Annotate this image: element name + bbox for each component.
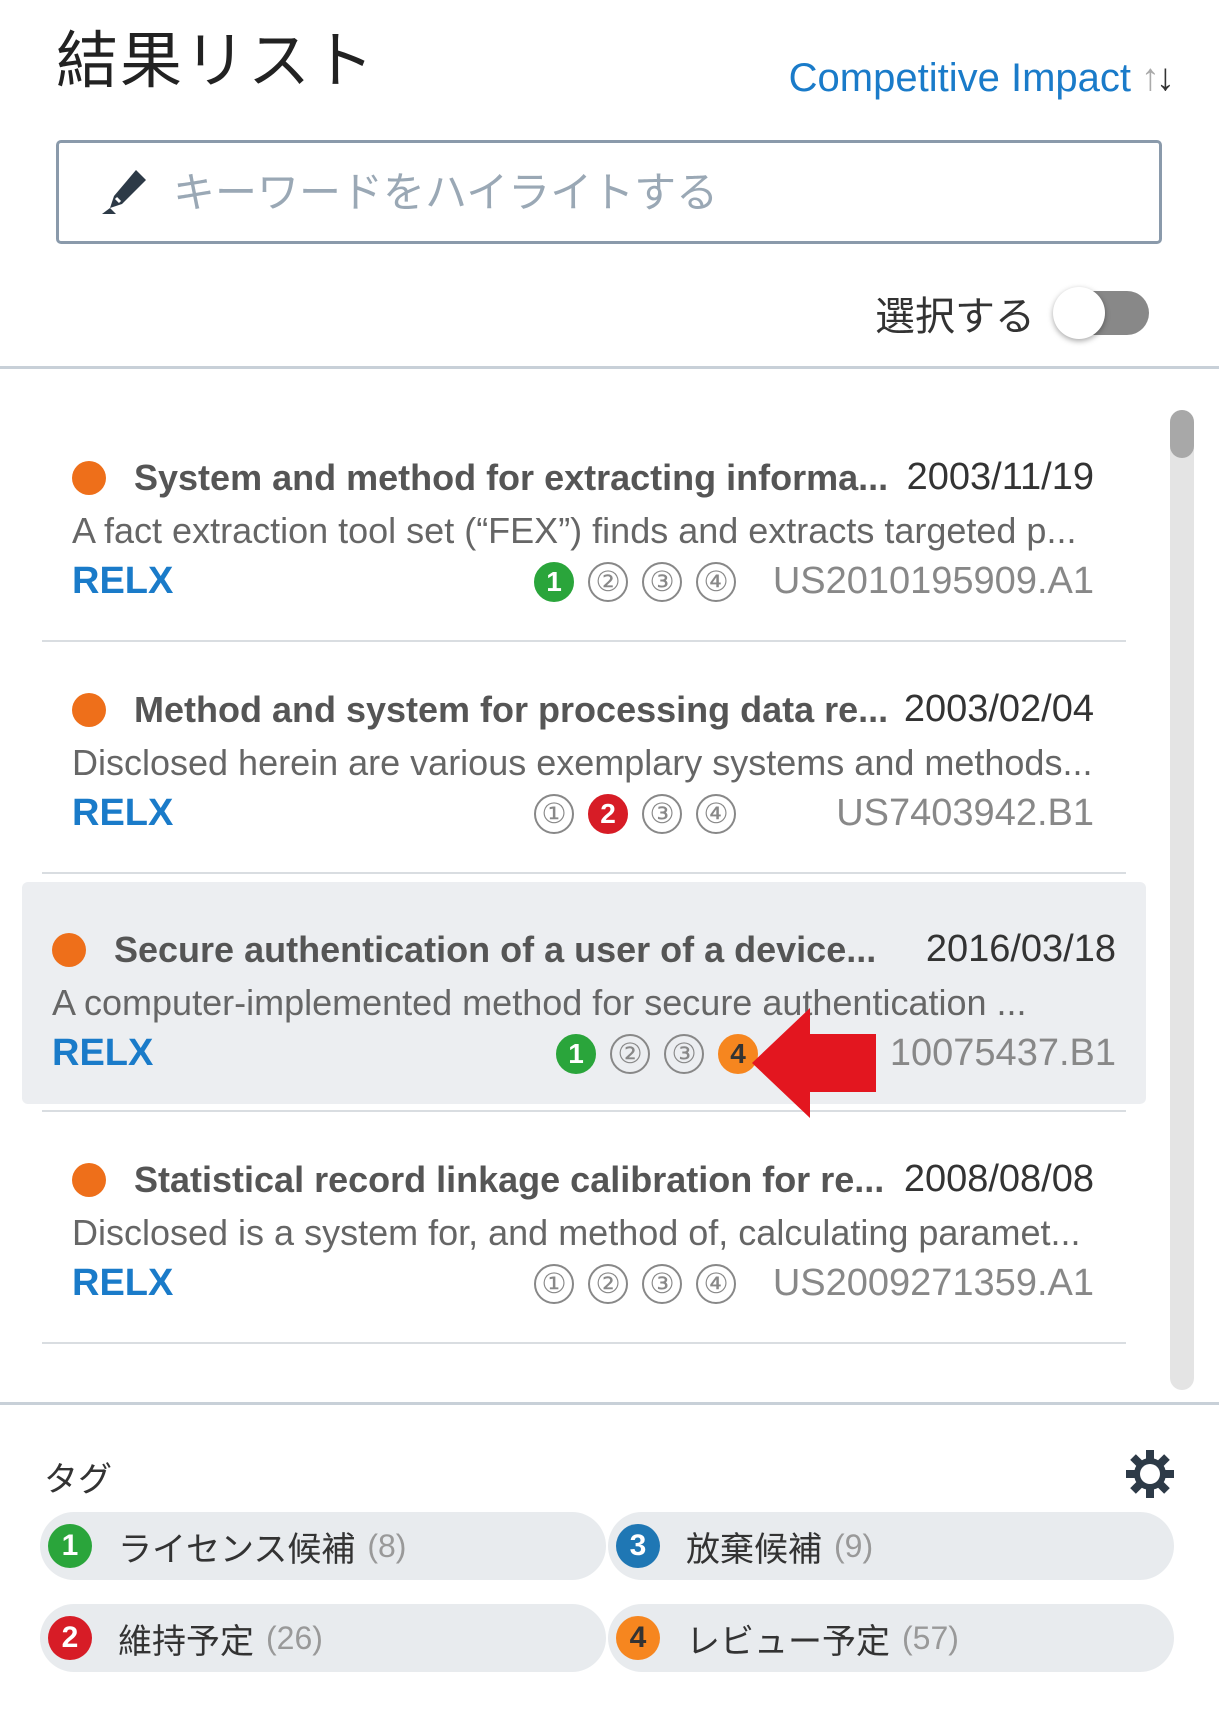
tag-selector: 1 ② ③ ④ [534,561,736,602]
tag-number-badge: 1 [48,1524,92,1568]
status-dot [72,1162,106,1197]
tag-chip-maintain[interactable]: 2 維持予定 (26) [40,1604,606,1672]
result-title[interactable]: Secure authentication of a user of a dev… [114,929,916,971]
highlighter-pen-icon [95,163,153,221]
tag-count: (26) [266,1619,323,1656]
result-title[interactable]: System and method for extracting informa… [134,457,897,499]
status-dot [72,692,106,727]
sort-control[interactable]: Competitive Impact ↑↓ [789,56,1175,101]
tag-2-button[interactable]: ② [588,1263,628,1304]
results-scrollbar[interactable] [1170,410,1194,1390]
status-dot [72,460,106,495]
tag-4-button[interactable]: ④ [696,1263,736,1304]
sort-label[interactable]: Competitive Impact [789,56,1131,101]
toggle-knob[interactable] [1053,287,1105,339]
tag-3-button[interactable]: ③ [642,561,682,602]
tag-number-badge: 3 [616,1524,660,1568]
tags-heading: タグ [44,1460,112,1500]
status-dot [52,932,86,967]
result-title[interactable]: Statistical record linkage calibration f… [134,1159,894,1201]
tag-count: (9) [834,1527,874,1564]
sort-arrows-icon[interactable]: ↑↓ [1141,57,1175,100]
assignee-link[interactable]: RELX [52,1032,556,1075]
tag-1-button[interactable]: 1 [534,561,574,602]
result-item[interactable]: System and method for extracting informa… [42,410,1126,642]
tag-count: (57) [902,1619,959,1656]
scrollbar-thumb[interactable] [1170,410,1194,458]
result-date: 2008/08/08 [903,1158,1094,1200]
assignee-link[interactable]: RELX [72,560,534,603]
divider [0,366,1219,369]
tag-chip-review[interactable]: 4 レビュー予定 (57) [608,1604,1174,1672]
results-list: System and method for extracting informa… [22,410,1146,1344]
assignee-link[interactable]: RELX [72,1262,534,1305]
result-date: 2003/11/19 [906,456,1094,498]
tag-4-button[interactable]: ④ [696,561,736,602]
tag-count: (8) [367,1527,407,1564]
result-abstract: Disclosed is a system for, and method of… [72,1212,1081,1253]
tag-name: 維持予定 [118,1621,254,1662]
result-item-selected[interactable]: Secure authentication of a user of a dev… [22,882,1146,1104]
result-item[interactable]: Statistical record linkage calibration f… [42,1112,1126,1344]
tag-3-button[interactable]: ③ [642,793,682,834]
tag-number-badge: 2 [48,1616,92,1660]
patent-id: US2010195909.A1 [772,560,1094,602]
tag-number-badge: 4 [616,1616,660,1660]
select-toggle[interactable] [1053,287,1149,339]
keyword-highlight-input[interactable] [171,166,1075,218]
select-label: 選択する [875,294,1035,340]
annotation-arrow-icon [752,1008,880,1122]
result-abstract: A fact extraction tool set (“FEX”) finds… [72,510,1077,551]
result-date: 2003/02/04 [903,688,1094,730]
tag-3-button[interactable]: ③ [664,1033,704,1074]
patent-id: US2009271359.A1 [772,1262,1094,1304]
tag-name: 放棄候補 [686,1529,822,1570]
tag-name: ライセンス候補 [118,1529,356,1570]
divider [0,1402,1219,1405]
select-mode-row: 選択する [875,284,1149,342]
assignee-link[interactable]: RELX [72,792,534,835]
tag-selector: ① ② ③ ④ [534,1263,736,1304]
tag-1-button[interactable]: ① [534,793,574,834]
tag-2-button[interactable]: ② [610,1033,650,1074]
result-date: 2016/03/18 [925,928,1116,970]
patent-id: US7403942.B1 [836,792,1094,834]
highlight-search-box[interactable] [56,140,1162,244]
result-abstract: Disclosed herein are various exemplary s… [72,742,1093,783]
tag-2-button[interactable]: 2 [588,793,628,834]
result-title[interactable]: Method and system for processing data re… [134,689,894,731]
result-item[interactable]: Method and system for processing data re… [42,642,1126,874]
tag-chip-abandon-candidate[interactable]: 3 放棄候補 (9) [608,1512,1174,1580]
gear-icon[interactable] [1124,1448,1176,1504]
tag-selector: ① 2 ③ ④ [534,793,736,834]
tag-chip-license-candidate[interactable]: 1 ライセンス候補 (8) [40,1512,606,1580]
tag-3-button[interactable]: ③ [642,1263,682,1304]
page-title: 結果リスト [56,24,377,97]
tag-1-button[interactable]: ① [534,1263,574,1304]
tag-name: レビュー予定 [686,1621,890,1662]
tag-4-button[interactable]: ④ [696,793,736,834]
tag-1-button[interactable]: 1 [556,1033,596,1074]
result-abstract: A computer-implemented method for secure… [52,982,1027,1023]
tag-selector: 1 ② ③ 4 [556,1033,758,1074]
tag-2-button[interactable]: ② [588,561,628,602]
